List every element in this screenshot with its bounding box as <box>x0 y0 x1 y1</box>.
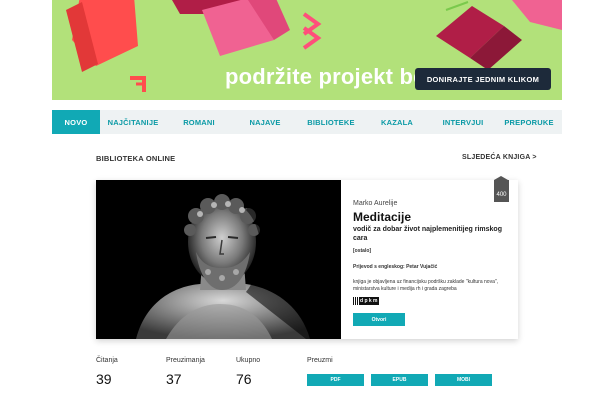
download-epub-button[interactable]: EPUB <box>371 374 428 386</box>
book-subtitle: vodič za dobar život najplemenitijeg rim… <box>353 226 502 242</box>
book-funding-note: knjiga je objavljena uz financijsku podr… <box>353 279 499 292</box>
stat-reads: Čitanja 39 <box>96 357 118 387</box>
nav-item-preporuke[interactable]: PREPORUKE <box>496 110 562 134</box>
stat-total: Ukupno 76 <box>236 357 260 387</box>
book-details: Marko Aurelije Meditacije vodič za dobar… <box>353 180 513 339</box>
book-title[interactable]: Meditacije <box>353 210 411 224</box>
nav-item-intervjui[interactable]: INTERVJUI <box>430 110 496 134</box>
download-mobi-button[interactable]: MOBI <box>435 374 492 386</box>
nav-item-novo[interactable]: NOVO <box>52 110 100 134</box>
marcus-aurelius-bust <box>96 180 341 339</box>
stat-reads-value: 39 <box>96 371 112 387</box>
stat-reads-label: Čitanja <box>96 357 118 364</box>
download-pdf-button[interactable]: PDF <box>307 374 364 386</box>
page-count-badge: 400 <box>494 176 509 202</box>
donate-button[interactable]: DONIRAJTE JEDNIM KLIKOM <box>415 68 551 90</box>
nav-item-romani[interactable]: ROMANI <box>166 110 232 134</box>
next-book-link[interactable]: SLJEDEĆA KNJIGA > <box>462 154 537 161</box>
stat-downloads: Preuzimanja 37 <box>166 357 205 387</box>
nav-item-najave[interactable]: NAJAVE <box>232 110 298 134</box>
nav-item-biblioteke[interactable]: BIBLIOTEKE <box>298 110 364 134</box>
section-title: BIBLIOTEKA ONLINE <box>96 154 176 163</box>
nav-item-najcitanije[interactable]: NAJČITANIJE <box>100 110 166 134</box>
open-book-button[interactable]: Otvori <box>353 313 405 326</box>
book-translator: Prijevod s engleskog: Petar Vujačić <box>353 264 438 270</box>
sponsor-logos: d p k m <box>353 297 413 305</box>
book-author[interactable]: Marko Aurelije <box>353 200 397 207</box>
stat-downloads-value: 37 <box>166 371 182 387</box>
download-label: Preuzmi <box>307 357 333 364</box>
stat-downloads-label: Preuzimanja <box>166 357 205 364</box>
stat-total-value: 76 <box>236 371 252 387</box>
book-card: Marko Aurelije Meditacije vodič za dobar… <box>96 176 518 339</box>
donation-banner[interactable]: podržite projekt bek DONIRAJTE JEDNIM KL… <box>52 0 562 100</box>
book-cover-image[interactable] <box>96 180 341 339</box>
stat-total-label: Ukupno <box>236 357 261 364</box>
nav-item-kazala[interactable]: KAZALA <box>364 110 430 134</box>
banner-title: podržite projekt bek <box>225 64 439 89</box>
main-nav: NOVO NAJČITANIJE ROMANI NAJAVE BIBLIOTEK… <box>52 110 562 134</box>
sponsor-logo-text: d p k m <box>359 297 379 305</box>
book-category-tag[interactable]: [ostalo] <box>353 248 371 254</box>
